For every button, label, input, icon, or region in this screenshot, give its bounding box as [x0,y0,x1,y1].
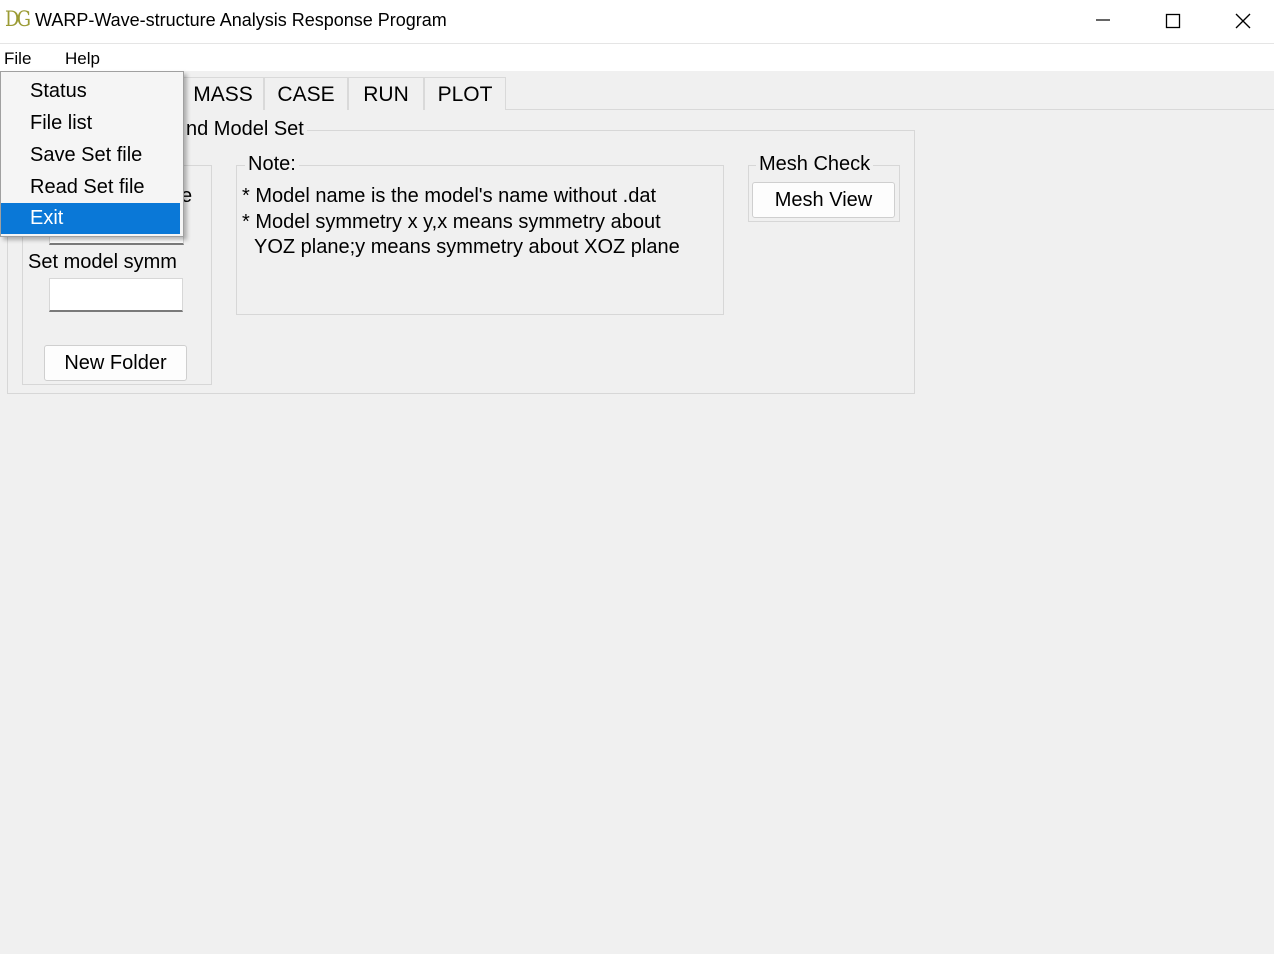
window-title: WARP-Wave-structure Analysis Response Pr… [35,10,447,30]
menu-file[interactable]: File [4,49,31,69]
note-line-2: * Model symmetry x y,x means symmetry ab… [242,211,661,233]
minimize-button[interactable] [1068,0,1136,40]
maximize-icon [1165,13,1181,29]
maximize-button[interactable] [1138,0,1206,40]
note-line-3: YOZ plane;y means symmetry about XOZ pla… [254,236,680,258]
close-icon [1235,13,1251,29]
mesh-check-legend: Mesh Check [756,153,874,176]
tab-mass[interactable]: MASS [182,77,264,110]
note-line-1: * Model name is the model's name without… [242,185,657,207]
tab-plot[interactable]: PLOT [424,77,506,110]
note-legend: Note: [245,153,299,176]
tab-case[interactable]: CASE [264,77,348,110]
minimize-icon [1096,19,1110,21]
mesh-view-button[interactable]: Mesh View [752,182,895,218]
symmetry-input[interactable] [49,278,183,312]
symmetry-label: Set model symm [28,251,177,273]
tab-run[interactable]: RUN [348,77,424,110]
menu-item-read-set-file[interactable]: Read Set file [1,172,180,203]
app-logo: DG [5,7,31,31]
menu-bar: File Help [0,43,1274,71]
menu-item-file-list[interactable]: File list [1,108,180,139]
title-bar: DG WARP-Wave-structure Analysis Response… [0,0,1274,43]
menu-item-exit[interactable]: Exit [1,203,180,234]
menu-item-save-set-file[interactable]: Save Set file [1,140,180,171]
new-folder-button[interactable]: New Folder [44,345,187,381]
menu-item-status[interactable]: Status [1,76,180,107]
close-button[interactable] [1208,0,1274,40]
file-dropdown-menu: Status File list Save Set file Read Set … [0,71,184,237]
menu-help[interactable]: Help [65,49,100,69]
model-set-legend: nd Model Set [183,118,307,141]
